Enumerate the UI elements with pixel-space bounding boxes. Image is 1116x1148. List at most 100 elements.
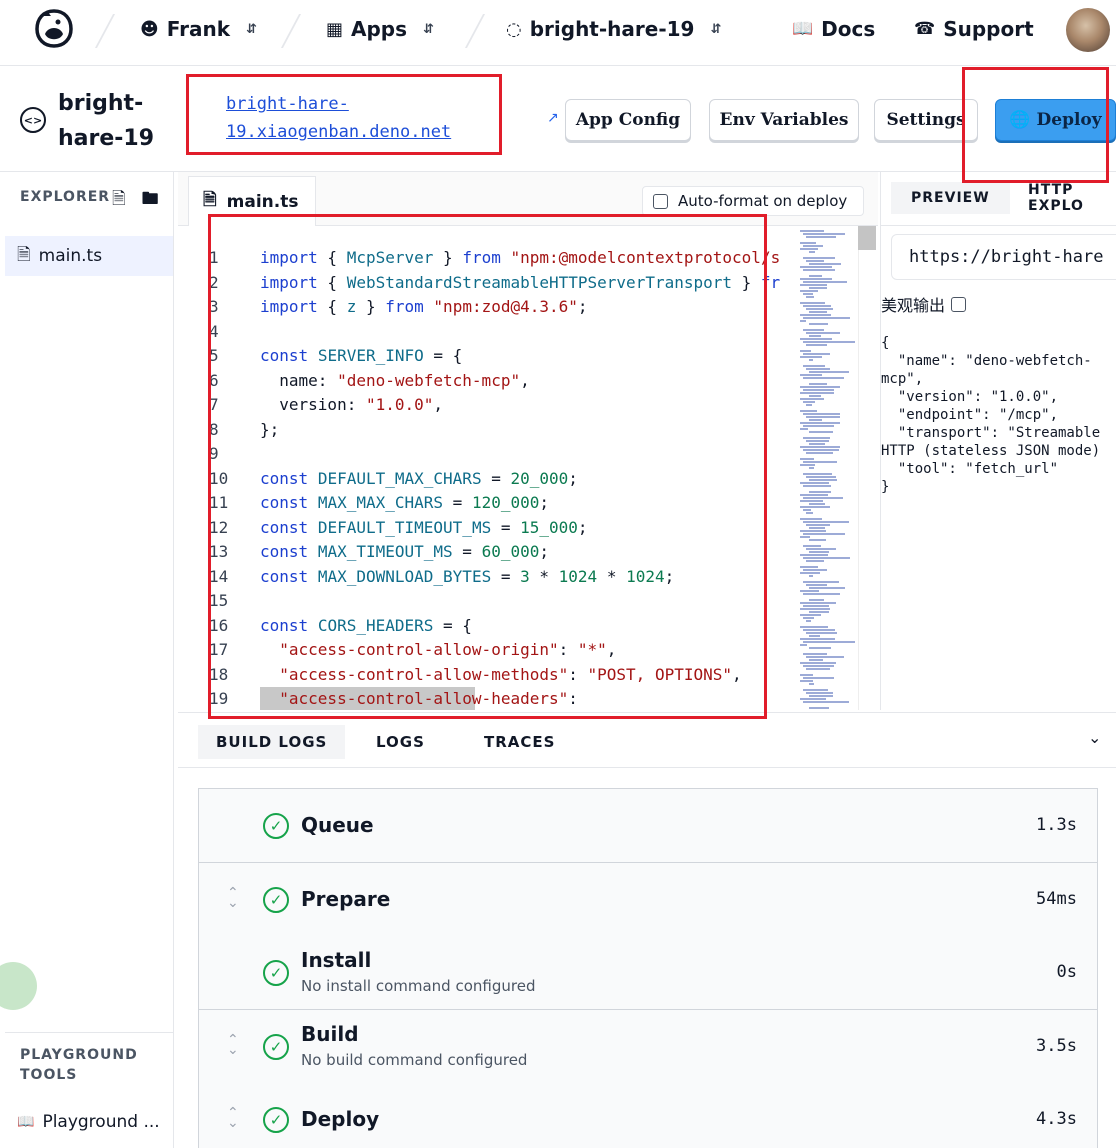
line-number: 17 bbox=[209, 640, 229, 659]
code-minimap[interactable] bbox=[796, 226, 858, 710]
minimap-line bbox=[809, 539, 826, 541]
minimap-line bbox=[809, 695, 833, 697]
minimap-line bbox=[800, 494, 828, 496]
code-line[interactable]: 7 version: "1.0.0", bbox=[178, 393, 792, 417]
code-line[interactable]: 13 const MAX_TIMEOUT_MS = 60_000; bbox=[178, 540, 792, 564]
check-circle-icon: ✓ bbox=[263, 886, 289, 913]
deploy-button[interactable]: 🌐 Deploy bbox=[995, 99, 1116, 141]
minimap-line bbox=[806, 620, 811, 622]
step-description: No install command configured bbox=[301, 977, 536, 995]
build-step-build[interactable]: ⌃ ⌄ ✓ Build No build command configured 3.5s bbox=[199, 1009, 1097, 1084]
org-switcher[interactable]: ☻ Frank ⇵ bbox=[140, 0, 257, 58]
translate-fab[interactable] bbox=[0, 962, 37, 1010]
new-file-icon[interactable]: 🗎 bbox=[112, 186, 126, 215]
minimap-line bbox=[803, 365, 825, 367]
expand-collapse-icon[interactable]: ⌃ ⌄ bbox=[227, 1106, 239, 1130]
docs-label: Docs bbox=[821, 17, 876, 41]
code-line[interactable]: 6 name: "deno-webfetch-mcp", bbox=[178, 369, 792, 393]
preview-response-body: { "name": "deno-webfetch- mcp", "version… bbox=[881, 335, 1101, 495]
support-link[interactable]: ☎ Support bbox=[914, 0, 1034, 58]
minimap-line bbox=[803, 665, 835, 667]
autoformat-checkbox[interactable] bbox=[653, 193, 668, 209]
tab-preview[interactable]: PREVIEW bbox=[891, 182, 1010, 214]
code-line[interactable]: 15 bbox=[178, 589, 792, 613]
code-line[interactable]: 17 "access-control-allow-origin": "*", bbox=[178, 638, 792, 662]
code-line[interactable]: 19 "access-control-allow-headers": bbox=[178, 687, 792, 710]
code-text: const MAX_TIMEOUT_MS = 60_000; bbox=[260, 542, 550, 561]
preview-url-input[interactable]: https://bright-hare bbox=[891, 234, 1116, 280]
minimap-line bbox=[803, 233, 845, 235]
line-number: 19 bbox=[209, 689, 229, 708]
editor-scrollbar-thumb[interactable] bbox=[858, 226, 876, 250]
build-step-deploy[interactable]: ⌃ ⌄ ✓ Deploy 4.3s bbox=[199, 1083, 1097, 1148]
code-text: import { McpServer } from "npm:@modelcon… bbox=[260, 248, 781, 267]
file-item-main-ts[interactable]: 🗎 main.ts bbox=[5, 236, 173, 276]
code-line[interactable]: 2 import { WebStandardStreamableHTTPServe… bbox=[178, 271, 792, 295]
code-line[interactable]: 10 const DEFAULT_MAX_CHARS = 20_000; bbox=[178, 467, 792, 491]
code-line[interactable]: 11 const MAX_MAX_CHARS = 120_000; bbox=[178, 491, 792, 515]
line-number: 16 bbox=[209, 615, 229, 635]
minimap-line bbox=[803, 245, 824, 247]
minimap-line bbox=[800, 518, 823, 520]
code-line[interactable]: 14 const MAX_DOWNLOAD_BYTES = 3 * 1024 * … bbox=[178, 565, 792, 589]
minimap-line bbox=[806, 632, 837, 634]
project-url-link[interactable]: bright-hare-19.xiaogenban.deno.net bbox=[226, 90, 496, 146]
minimap-line bbox=[809, 383, 827, 385]
code-line[interactable]: 18 "access-control-allow-methods": "POST… bbox=[178, 663, 792, 687]
minimap-line bbox=[809, 431, 833, 433]
autoformat-toggle[interactable]: Auto-format on deploy bbox=[642, 186, 864, 216]
code-line[interactable]: 12 const DEFAULT_TIMEOUT_MS = 15_000; bbox=[178, 516, 792, 540]
playground-tools-title: PLAYGROUND TOOLS bbox=[5, 1032, 173, 1085]
tab-main-ts[interactable]: 🗎 main.ts bbox=[188, 176, 316, 226]
new-folder-icon[interactable]: 🖿 bbox=[142, 186, 159, 215]
code-line[interactable]: 5 const SERVER_INFO = { bbox=[178, 344, 792, 368]
env-variables-button[interactable]: Env Variables bbox=[709, 99, 859, 141]
check-circle-icon: ✓ bbox=[263, 813, 289, 839]
minimap-line bbox=[809, 527, 826, 529]
settings-button[interactable]: Settings bbox=[874, 99, 978, 141]
tab-label: main.ts bbox=[226, 191, 299, 212]
tab-traces[interactable]: TRACES bbox=[484, 725, 555, 759]
tab-logs[interactable]: LOGS bbox=[376, 725, 425, 759]
code-line[interactable]: 4 bbox=[178, 320, 792, 344]
globe-icon: 🌐 bbox=[1009, 110, 1031, 130]
code-text: "access-control-allow-headers": bbox=[260, 687, 578, 710]
code-text: const DEFAULT_TIMEOUT_MS = 15_000; bbox=[260, 517, 588, 537]
project-switcher[interactable]: ◌ bright-hare-19 ⇵ bbox=[506, 0, 721, 58]
user-avatar[interactable] bbox=[1066, 8, 1110, 52]
step-name: Build bbox=[301, 1021, 359, 1046]
expand-collapse-icon[interactable]: ⌃ ⌄ bbox=[227, 886, 239, 910]
minimap-line bbox=[800, 536, 810, 538]
minimap-line bbox=[806, 404, 812, 406]
pretty-print-checkbox[interactable] bbox=[951, 296, 967, 312]
minimap-line bbox=[809, 287, 827, 289]
code-line[interactable]: 3 import { z } from "npm:zod@4.3.6"; bbox=[178, 295, 792, 319]
playground-tools-label: PLAYGROUND TOOLS bbox=[20, 1047, 138, 1083]
tab-build-logs[interactable]: BUILD LOGS bbox=[198, 725, 346, 759]
minimap-line bbox=[803, 449, 840, 451]
code-line[interactable]: 8}; bbox=[178, 418, 792, 442]
external-link-icon[interactable]: ↗ bbox=[547, 110, 559, 126]
code-line[interactable]: 9 bbox=[178, 442, 792, 466]
playground-link[interactable]: 📖 Playground ... bbox=[17, 1112, 160, 1132]
build-step-queue[interactable]: ✓ Queue 1.3s bbox=[199, 789, 1097, 863]
build-step-prepare[interactable]: ⌃ ⌄ ✓ Prepare 54ms bbox=[199, 862, 1097, 937]
pretty-print-toggle[interactable]: 美观输出 bbox=[881, 292, 967, 316]
code-line[interactable]: 1 import { McpServer } from "npm:@modelco… bbox=[178, 246, 792, 270]
deno-logo-icon[interactable] bbox=[34, 8, 74, 50]
editor-scrollbar[interactable] bbox=[858, 226, 876, 710]
docs-link[interactable]: 📖 Docs bbox=[792, 0, 875, 58]
app-config-button[interactable]: App Config bbox=[565, 99, 691, 141]
tab-http-explorer[interactable]: HTTP EXPLO bbox=[1028, 182, 1116, 214]
minimap-line bbox=[800, 674, 813, 676]
chevron-updown-icon: ⇵ bbox=[423, 21, 434, 37]
build-step-install[interactable]: ✓ Install No install command configured 0s bbox=[199, 936, 1097, 1010]
code-editor[interactable]: 1 import { McpServer } from "npm:@modelco… bbox=[178, 226, 792, 710]
code-text: import { z } from "npm:zod@4.3.6"; bbox=[260, 297, 588, 316]
apps-switcher[interactable]: ▦ Apps ⇵ bbox=[326, 0, 434, 58]
expand-collapse-icon[interactable]: ⌃ ⌄ bbox=[227, 1033, 239, 1057]
minimap-line bbox=[806, 332, 841, 334]
code-line[interactable]: 16 const CORS_HEADERS = { bbox=[178, 614, 792, 638]
minimap-line bbox=[800, 338, 832, 340]
chevron-down-icon[interactable]: ⌄ bbox=[1088, 728, 1101, 747]
